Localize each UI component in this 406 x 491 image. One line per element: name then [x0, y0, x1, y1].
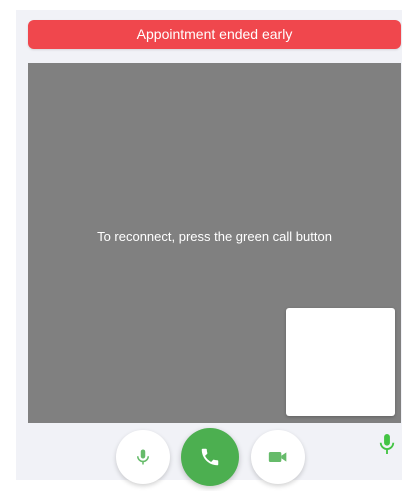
video-camera-icon: [268, 449, 288, 465]
mic-activity-indicator: [375, 430, 399, 458]
phone-icon: [199, 446, 221, 468]
microphone-button[interactable]: [116, 430, 170, 484]
remote-video-area: To reconnect, press the green call butto…: [28, 63, 401, 423]
microphone-icon: [377, 432, 397, 456]
self-video-preview: [286, 308, 395, 416]
call-button[interactable]: [181, 428, 239, 486]
microphone-icon: [134, 447, 152, 467]
status-alert-banner: Appointment ended early: [28, 20, 401, 49]
camera-button[interactable]: [251, 430, 305, 484]
reconnect-message: To reconnect, press the green call butto…: [97, 229, 332, 244]
